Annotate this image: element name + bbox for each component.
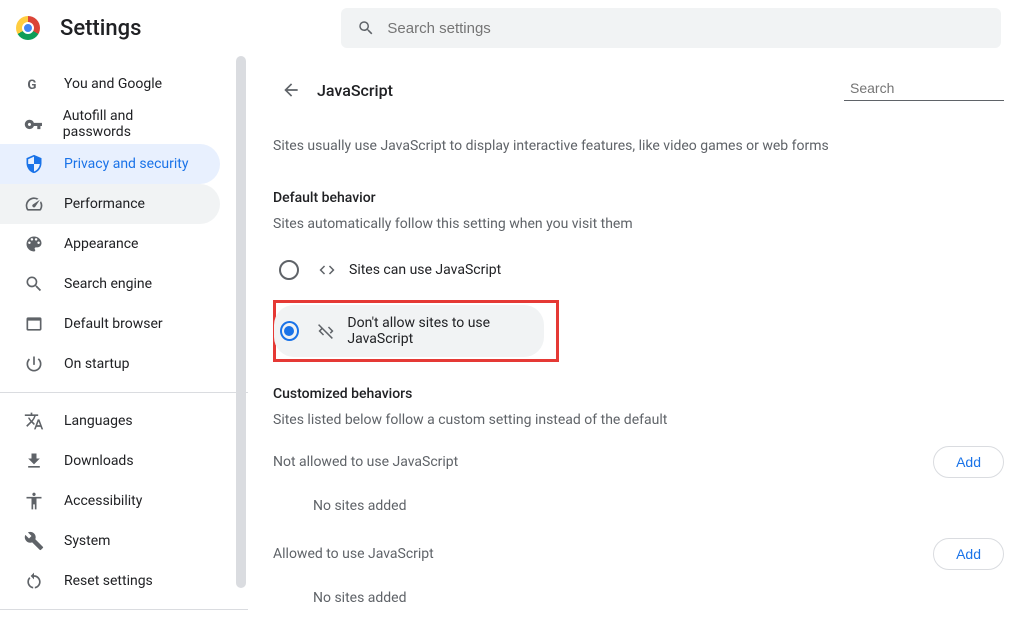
page-title: Settings [60, 16, 141, 41]
sidebar-item-label: System [64, 533, 110, 549]
content-search-input[interactable] [850, 80, 1024, 96]
translate-icon [24, 411, 44, 431]
radio-block-js[interactable]: Don't allow sites to use JavaScript [274, 305, 544, 357]
no-sites-text: No sites added [313, 590, 1004, 606]
not-allowed-label: Not allowed to use JavaScript [273, 454, 933, 470]
sidebar-item-label: Appearance [64, 236, 138, 252]
add-not-allowed-button[interactable]: Add [933, 446, 1004, 478]
no-sites-text: No sites added [313, 498, 1004, 514]
reset-icon [24, 571, 44, 591]
scrollbar[interactable] [236, 56, 246, 588]
sidebar-item-label: Accessibility [64, 493, 142, 509]
search-settings-input[interactable] [387, 20, 985, 37]
chrome-logo-icon [16, 16, 40, 40]
sidebar-item-downloads[interactable]: Downloads [0, 441, 220, 481]
sidebar-item-you-and-google[interactable]: G You and Google [0, 64, 220, 104]
sidebar-item-search-engine[interactable]: Search engine [0, 264, 220, 304]
sidebar-item-label: On startup [64, 356, 130, 372]
description-text: Sites usually use JavaScript to display … [273, 138, 1004, 154]
add-allowed-button[interactable]: Add [933, 538, 1004, 570]
google-icon: G [24, 74, 44, 94]
content-title: JavaScript [317, 81, 844, 100]
code-icon [317, 261, 337, 279]
content-search[interactable] [844, 80, 1004, 101]
search-settings-bar[interactable] [341, 8, 1001, 48]
shield-icon [24, 154, 44, 174]
sidebar-item-label: Downloads [64, 453, 134, 469]
sidebar-item-accessibility[interactable]: Accessibility [0, 481, 220, 521]
code-off-icon [317, 322, 336, 340]
back-button[interactable] [273, 72, 309, 108]
sidebar-item-label: Performance [64, 196, 145, 212]
radio-icon-selected [280, 321, 299, 341]
sidebar-item-privacy[interactable]: Privacy and security [0, 144, 220, 184]
svg-text:G: G [27, 78, 36, 93]
sidebar-item-performance[interactable]: Performance [0, 184, 220, 224]
allowed-label: Allowed to use JavaScript [273, 546, 933, 562]
radio-icon [279, 260, 299, 280]
sidebar-item-default-browser[interactable]: Default browser [0, 304, 220, 344]
key-icon [24, 114, 43, 134]
main-content: JavaScript Sites usually use JavaScript … [248, 56, 1024, 618]
sidebar-item-label: Privacy and security [64, 156, 188, 172]
system-icon [24, 531, 44, 551]
sidebar-item-appearance[interactable]: Appearance [0, 224, 220, 264]
sidebar-item-label: Languages [64, 413, 133, 429]
sidebar-item-reset[interactable]: Reset settings [0, 561, 220, 601]
custom-behaviors-sub: Sites listed below follow a custom setti… [273, 412, 1004, 428]
default-behavior-sub: Sites automatically follow this setting … [273, 216, 1004, 232]
sidebar-item-label: Reset settings [64, 573, 153, 589]
palette-icon [24, 234, 44, 254]
sidebar-item-label: Autofill and passwords [63, 108, 196, 140]
sidebar-item-autofill[interactable]: Autofill and passwords [0, 104, 220, 144]
sidebar-divider [0, 392, 248, 393]
speedometer-icon [24, 194, 44, 214]
sidebar-item-system[interactable]: System [0, 521, 220, 561]
download-icon [24, 451, 44, 471]
sidebar-item-label: Search engine [64, 276, 152, 292]
search-icon [357, 19, 375, 37]
browser-icon [24, 314, 44, 334]
sidebar-item-on-startup[interactable]: On startup [0, 344, 220, 384]
sidebar-item-label: You and Google [64, 76, 162, 92]
accessibility-icon [24, 491, 44, 511]
sidebar: G You and Google Autofill and passwords … [0, 56, 248, 618]
radio-label: Don't allow sites to use JavaScript [347, 315, 544, 347]
power-icon [24, 354, 44, 374]
default-behavior-title: Default behavior [273, 190, 1004, 206]
sidebar-item-languages[interactable]: Languages [0, 401, 220, 441]
arrow-back-icon [281, 80, 301, 100]
sidebar-divider [0, 609, 248, 610]
search-icon [24, 274, 44, 294]
radio-label: Sites can use JavaScript [349, 262, 501, 278]
custom-behaviors-title: Customized behaviors [273, 386, 1004, 402]
highlight-annotation: Don't allow sites to use JavaScript [273, 300, 559, 362]
radio-allow-js[interactable]: Sites can use JavaScript [273, 246, 1004, 294]
sidebar-item-label: Default browser [64, 316, 163, 332]
